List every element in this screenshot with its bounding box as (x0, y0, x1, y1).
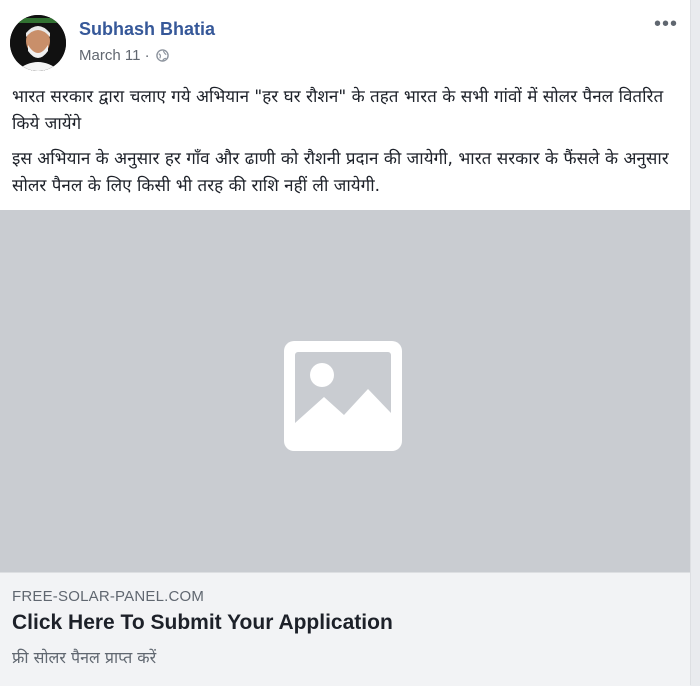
post-meta: March 11 · (79, 47, 169, 66)
image-placeholder-icon (284, 341, 402, 451)
more-options-button[interactable]: ••• (652, 14, 680, 34)
post-paragraph: इस अभियान के अनुसार हर गाँव और ढाणी को र… (12, 149, 669, 196)
post-card: Subhash Bhatia March 11 · ••• भारत सरकार… (0, 0, 691, 686)
post-body: भारत सरकार द्वारा चलाए गये अभियान "हर घर… (12, 84, 680, 208)
link-title[interactable]: Click Here To Submit Your Application (12, 611, 393, 635)
link-domain: FREE-SOLAR-PANEL.COM (12, 588, 205, 605)
post-header: Subhash Bhatia March 11 · ••• (0, 0, 690, 78)
post-date[interactable]: March 11 (79, 47, 140, 64)
avatar[interactable] (10, 15, 66, 71)
link-preview-box[interactable]: FREE-SOLAR-PANEL.COM Click Here To Submi… (0, 572, 690, 686)
meta-separator: · (144, 47, 150, 64)
link-description: फ्री सोलर पैनल प्राप्त करें (12, 648, 157, 667)
author-name[interactable]: Subhash Bhatia (79, 19, 215, 40)
post-paragraph: भारत सरकार द्वारा चलाए गये अभियान "हर घर… (12, 87, 664, 134)
globe-icon[interactable] (155, 49, 169, 66)
